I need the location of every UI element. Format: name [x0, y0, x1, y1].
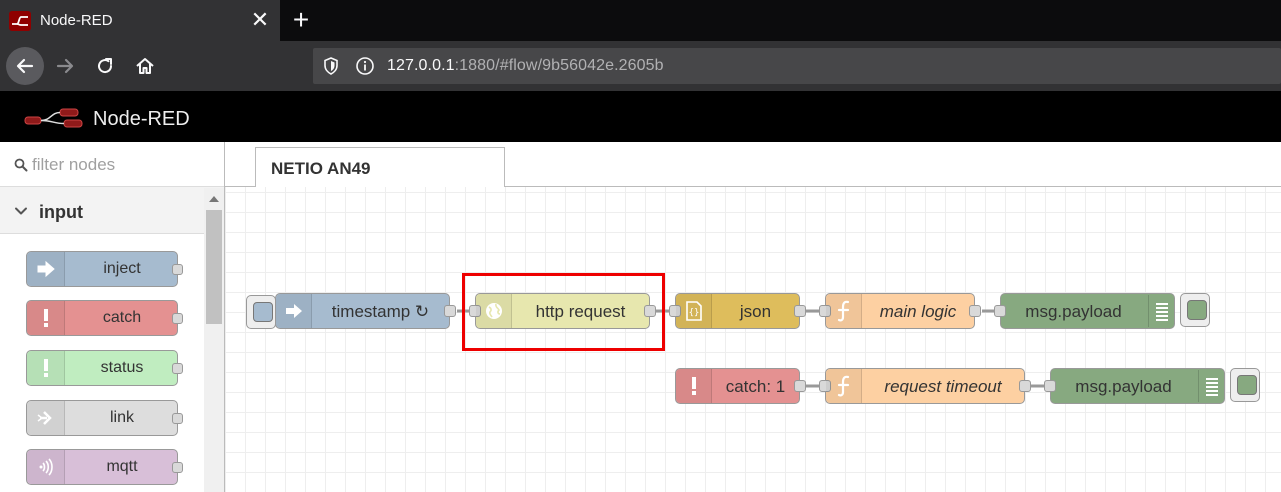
flow-tab-label: NETIO AN49: [271, 159, 371, 178]
arrow-icon: [285, 304, 302, 318]
url-path: :1880/#flow/9b56042e.2605b: [454, 57, 664, 74]
flow-node-debug-1[interactable]: msg.payload: [994, 293, 1210, 329]
output-port[interactable]: [1019, 380, 1031, 392]
browser-tab-strip: Node-RED ✕ +: [0, 0, 1281, 41]
search-icon: [14, 158, 28, 172]
workspace: NETIO AN49 timestamp ↻ http request {} j…: [225, 142, 1281, 492]
function-icon: [837, 375, 849, 397]
output-port[interactable]: [794, 380, 806, 392]
home-button[interactable]: [126, 47, 164, 85]
palette-node-link[interactable]: link: [26, 400, 183, 436]
palette-node-label: inject: [103, 260, 141, 277]
output-port[interactable]: [172, 264, 183, 275]
exclamation-icon: [691, 377, 696, 395]
palette-node-label: link: [109, 409, 134, 426]
palette-node-label: catch: [102, 309, 142, 326]
flow-node-json[interactable]: {} json: [669, 293, 806, 329]
browser-navbar: 127.0.0.1:1880/#flow/9b56042e.2605b: [0, 41, 1281, 91]
debug-list-icon: [1148, 295, 1174, 327]
flow-node-main-logic[interactable]: main logic: [819, 293, 981, 329]
palette-node-label: status: [100, 359, 144, 376]
palette-search: [0, 142, 224, 187]
back-arrow-icon: [16, 58, 34, 74]
url-bar[interactable]: 127.0.0.1:1880/#flow/9b56042e.2605b: [313, 48, 1281, 84]
back-button[interactable]: [6, 47, 44, 85]
scroll-thumb[interactable]: [206, 210, 222, 324]
shield-icon[interactable]: [321, 56, 341, 76]
palette-node-label: mqtt: [106, 458, 138, 475]
link-arrow-icon: [37, 411, 52, 425]
debug-toggle-button[interactable]: [1230, 368, 1260, 402]
output-port[interactable]: [172, 462, 183, 473]
workspace-tab-bar: NETIO AN49: [225, 142, 1281, 188]
forward-arrow-icon: [56, 58, 74, 74]
home-icon: [136, 58, 154, 74]
output-port[interactable]: [172, 413, 183, 424]
filter-nodes-input[interactable]: [32, 154, 212, 176]
node-red-favicon-icon: [9, 11, 31, 31]
node-label: json: [739, 302, 772, 321]
flow-node-debug-2[interactable]: msg.payload: [1044, 368, 1260, 404]
flow-wires: [457, 309, 1049, 388]
info-icon[interactable]: [355, 56, 375, 76]
palette-node-inject[interactable]: inject: [26, 251, 183, 287]
wave-icon: [39, 458, 53, 476]
arrow-icon: [37, 260, 55, 278]
node-label: main logic: [879, 302, 957, 321]
palette-node-catch[interactable]: catch: [26, 300, 183, 336]
node-label: msg.payload: [1025, 302, 1122, 321]
debug-toggle-button[interactable]: [1180, 293, 1210, 327]
node-red-header: Node-RED: [0, 91, 1281, 142]
output-port[interactable]: [794, 305, 806, 317]
reload-icon: [98, 58, 113, 74]
node-red-logo-icon: [24, 108, 83, 128]
flow-node-timestamp[interactable]: timestamp ↻: [246, 293, 456, 329]
node-label: catch: 1: [725, 377, 786, 396]
node-label: request timeout: [884, 377, 1002, 396]
node-palette: input inject catch status link mqtt: [0, 142, 225, 492]
chevron-down-icon: [15, 207, 27, 215]
inject-trigger-button[interactable]: [246, 295, 276, 329]
exclamation-icon: [43, 309, 48, 327]
svg-text:{}: {}: [688, 308, 699, 318]
url-host: 127.0.0.1: [387, 57, 455, 74]
debug-list-icon: [1198, 370, 1224, 402]
browser-tab-title: Node-RED: [40, 12, 113, 29]
exclamation-icon: [43, 359, 48, 377]
browser-tab[interactable]: Node-RED ✕: [0, 0, 280, 41]
output-port[interactable]: [172, 313, 183, 324]
palette-node-status[interactable]: status: [26, 350, 183, 386]
flow-tab[interactable]: NETIO AN49: [255, 147, 505, 188]
palette-scrollbar[interactable]: [204, 188, 224, 492]
palette-category-input[interactable]: input: [0, 188, 204, 234]
app-title: Node-RED: [93, 108, 190, 130]
url-text[interactable]: 127.0.0.1:1880/#flow/9b56042e.2605b: [387, 57, 664, 75]
function-icon: [837, 300, 849, 322]
output-port[interactable]: [969, 305, 981, 317]
reload-button[interactable]: [86, 47, 124, 85]
forward-button[interactable]: [46, 47, 84, 85]
flow-node-catch[interactable]: catch: 1: [675, 368, 806, 404]
flow-canvas[interactable]: timestamp ↻ http request {} json main lo…: [225, 187, 1281, 492]
scroll-up-icon[interactable]: [209, 194, 219, 202]
output-port[interactable]: [172, 363, 183, 374]
palette-node-mqtt[interactable]: mqtt: [26, 449, 183, 485]
json-icon: {}: [685, 301, 702, 321]
new-tab-button[interactable]: +: [288, 6, 314, 34]
node-label: msg.payload: [1075, 377, 1172, 396]
flow-node-request-timeout[interactable]: request timeout: [819, 368, 1031, 404]
close-tab-icon[interactable]: ✕: [250, 9, 270, 31]
highlight-annotation: [462, 273, 665, 351]
palette-node-list: inject catch status link mqtt: [0, 234, 204, 492]
category-label: input: [39, 202, 83, 222]
node-label: timestamp ↻: [331, 302, 430, 321]
output-port[interactable]: [444, 305, 456, 317]
